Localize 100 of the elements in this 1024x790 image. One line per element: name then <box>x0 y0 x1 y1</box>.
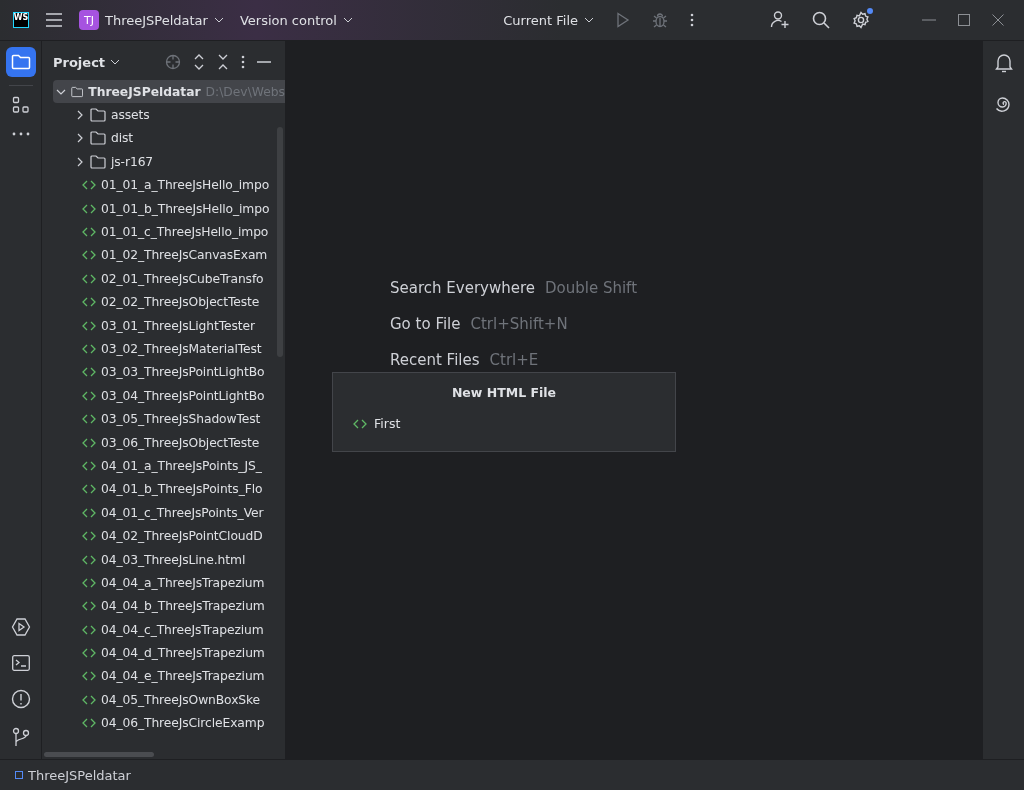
html-file-icon <box>82 180 96 191</box>
close-icon[interactable] <box>992 14 1004 26</box>
tree-item[interactable]: 03_03_ThreeJsPointLightBo <box>53 360 285 385</box>
structure-icon[interactable] <box>11 96 30 114</box>
tree-item-label: 04_06_ThreeJsCircleExamp <box>101 716 265 731</box>
project-tool-button[interactable] <box>5 47 36 77</box>
scrollbar[interactable] <box>44 752 154 757</box>
options-icon[interactable] <box>241 55 245 69</box>
tree-item-label: 02_02_ThreeJsObjectTeste <box>101 295 260 310</box>
project-switcher[interactable]: TJ ThreeJSPeldatar <box>79 10 224 30</box>
chevron-icon <box>342 17 353 23</box>
html-file-icon <box>82 648 96 659</box>
tree-item[interactable]: 03_04_ThreeJsPointLightBo <box>53 384 285 408</box>
tree-item[interactable]: 01_02_ThreeJsCanvasExam <box>53 243 285 268</box>
html-file-icon <box>82 694 96 705</box>
tree-item[interactable]: 03_02_ThreeJsMaterialTest <box>53 337 285 361</box>
html-file-icon <box>82 390 96 401</box>
tree-item[interactable]: 01_01_a_ThreeJsHello_impo <box>53 173 285 197</box>
html-file-icon <box>82 601 96 612</box>
tree-item-label: 04_04_c_ThreeJsTrapezium <box>101 622 264 637</box>
tree-item-label: dist <box>111 131 134 146</box>
maximize-icon[interactable] <box>958 14 970 26</box>
tree-item[interactable]: 01_01_c_ThreeJsHello_impo <box>53 220 285 244</box>
tree-item[interactable]: 02_01_ThreeJsCubeTransfo <box>53 267 285 291</box>
tree-item[interactable]: 04_04_d_ThreeJsTrapezium <box>53 641 285 665</box>
run-config-dropdown[interactable]: Current File <box>503 12 594 28</box>
tree-item-label: 01_01_b_ThreeJsHello_impo <box>101 201 270 216</box>
tree-item[interactable]: 04_01_c_ThreeJsPoints_Ver <box>53 501 285 525</box>
tree-item-label: 03_05_ThreeJsShadowTest <box>101 412 261 427</box>
tree-item-label: js-r167 <box>111 154 154 169</box>
shortcut-hint: Ctrl+Shift+N <box>470 314 568 333</box>
tree-item[interactable]: 03_05_ThreeJsShadowTest <box>53 407 285 431</box>
tree-item[interactable]: 04_02_ThreeJsPointCloudD <box>53 524 285 548</box>
html-file-icon <box>82 227 96 238</box>
terminal-icon[interactable] <box>11 655 30 671</box>
search-icon[interactable] <box>812 11 830 29</box>
tree-item[interactable]: 01_01_b_ThreeJsHello_impo <box>53 196 285 221</box>
shortcut-hint: Ctrl+E <box>489 350 539 369</box>
tree-item[interactable]: 03_06_ThreeJsObjectTeste <box>53 430 285 455</box>
tree-item[interactable]: 04_04_e_ThreeJsTrapezium <box>53 664 285 689</box>
tree-item[interactable]: assets <box>53 103 285 127</box>
html-file-icon <box>82 344 96 354</box>
add-user-icon[interactable] <box>770 10 790 30</box>
html-file-icon <box>82 320 96 331</box>
project-view-dropdown[interactable]: Project <box>53 54 121 70</box>
run-icon[interactable] <box>616 12 630 28</box>
html-file-icon <box>82 437 96 448</box>
tree-item[interactable]: 04_04_a_ThreeJsTrapezium <box>53 571 285 595</box>
expand-all-icon[interactable] <box>193 54 205 70</box>
problems-icon[interactable] <box>10 689 31 709</box>
folder-icon <box>90 154 106 169</box>
services-icon[interactable] <box>10 617 31 637</box>
html-file-icon <box>82 554 96 565</box>
tree-item-label: 04_05_ThreeJsOwnBoxSke <box>101 692 261 707</box>
tree-item[interactable]: dist <box>53 126 285 151</box>
chevron-icon <box>213 17 224 23</box>
html-file-icon <box>82 531 96 542</box>
html-file-icon <box>82 273 96 284</box>
tree-item-label: 04_04_e_ThreeJsTrapezium <box>101 669 265 684</box>
folder-icon <box>71 84 84 99</box>
collapse-all-icon[interactable] <box>217 54 229 70</box>
more-icon[interactable] <box>690 13 694 27</box>
tree-item-label: 04_01_a_ThreeJsPoints_JS_ <box>101 458 262 473</box>
tree-item-label: assets <box>111 108 150 123</box>
locate-icon[interactable] <box>165 54 181 70</box>
tree-item[interactable]: 02_02_ThreeJsObjectTeste <box>53 290 285 314</box>
tree-item-label: 04_01_b_ThreeJsPoints_Flo <box>101 482 263 497</box>
tree-item[interactable]: 04_01_a_ThreeJsPoints_JS_ <box>53 454 285 478</box>
tree-item-label: 04_03_ThreeJsLine.html <box>101 552 246 567</box>
tree-item[interactable]: 03_01_ThreeJsLightTester <box>53 313 285 338</box>
vcs-menu[interactable]: Version control <box>239 12 353 28</box>
html-file-icon <box>82 577 96 588</box>
tree-item[interactable]: 04_04_c_ThreeJsTrapezium <box>53 618 285 642</box>
tree-item[interactable]: 04_05_ThreeJsOwnBoxSke <box>53 688 285 712</box>
spiral-icon[interactable] <box>994 95 1013 113</box>
html-file-icon <box>82 250 96 261</box>
git-branch-icon[interactable] <box>11 727 30 747</box>
bell-icon[interactable] <box>994 53 1013 73</box>
tree-item[interactable]: js-r167 <box>53 150 285 174</box>
bug-icon[interactable] <box>652 12 668 28</box>
breadcrumb[interactable]: ThreeJSPeldatar <box>15 767 131 783</box>
tree-item-label: ThreeJSPeldatar <box>88 84 201 99</box>
tree-item[interactable]: 04_03_ThreeJsLine.html <box>53 547 285 572</box>
tree-item-label: 04_01_c_ThreeJsPoints_Ver <box>101 505 264 520</box>
chevron-icon <box>110 59 121 65</box>
tree-item[interactable]: 04_04_b_ThreeJsTrapezium <box>53 594 285 618</box>
folder-icon <box>90 131 106 146</box>
html-file-icon <box>82 203 96 214</box>
tree-item-label: 04_04_b_ThreeJsTrapezium <box>101 599 265 614</box>
settings-button[interactable] <box>852 11 870 29</box>
popup-item[interactable]: First <box>353 416 655 431</box>
app-logo: WS <box>13 12 29 28</box>
action-hint: Go to File <box>390 314 461 333</box>
html-file-icon <box>82 624 96 635</box>
more-icon[interactable] <box>11 132 30 136</box>
tree-item[interactable]: 04_01_b_ThreeJsPoints_Flo <box>53 477 285 502</box>
menu-icon[interactable] <box>45 13 63 27</box>
popup-title: New HTML File <box>450 385 558 400</box>
tree-item[interactable]: 04_06_ThreeJsCircleExamp <box>53 711 285 735</box>
tree-item-label: 04_04_d_ThreeJsTrapezium <box>101 646 265 661</box>
